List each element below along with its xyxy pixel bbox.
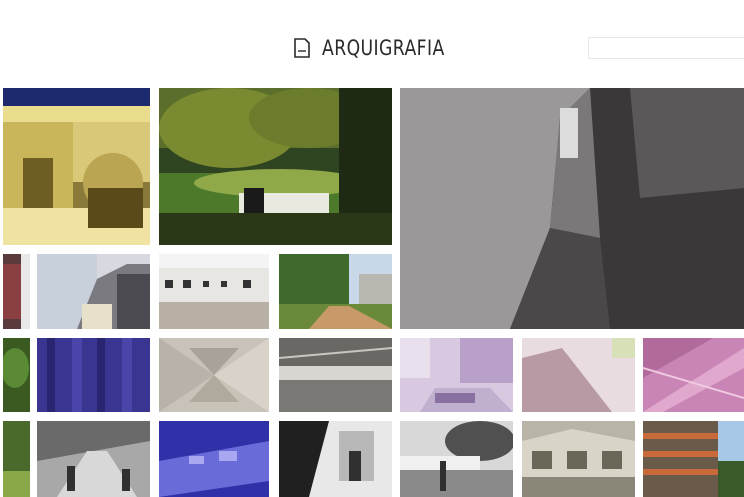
photo-green-plants[interactable]: [3, 338, 30, 412]
site-header: ARQUIGRAFIA: [0, 0, 744, 86]
photo-building-sky[interactable]: [37, 254, 150, 329]
photo-path-trees[interactable]: [279, 254, 392, 329]
photo-pink-ramp[interactable]: [522, 338, 635, 412]
photo-tiled-floor[interactable]: [159, 338, 269, 412]
photo-colonial-facade[interactable]: [3, 88, 150, 245]
photo-garden-small[interactable]: [3, 421, 30, 497]
photo-lilac-building[interactable]: [400, 338, 513, 412]
brand-logo[interactable]: ARQUIGRAFIA: [294, 36, 472, 60]
photo-purple-curtain[interactable]: [37, 338, 150, 412]
photo-red-facade[interactable]: [3, 254, 30, 329]
photo-pink-structure[interactable]: [643, 338, 744, 412]
photo-brutalist-concrete[interactable]: [400, 88, 744, 329]
photo-hall-interior[interactable]: [279, 338, 392, 412]
photo-garden-park[interactable]: [159, 88, 392, 245]
photo-house-sepia[interactable]: [522, 421, 635, 497]
search-input[interactable]: [588, 37, 744, 59]
photo-gallery-interior[interactable]: [159, 254, 269, 329]
photo-balcony-building[interactable]: [643, 421, 744, 497]
brand-name: ARQUIGRAFIA: [322, 36, 445, 60]
photo-blue-model[interactable]: [159, 421, 269, 497]
arquigrafia-logo-icon: [294, 38, 310, 58]
photo-bw-interior[interactable]: [279, 421, 392, 497]
photo-bw-street[interactable]: [400, 421, 513, 497]
photo-bw-station[interactable]: [37, 421, 150, 497]
